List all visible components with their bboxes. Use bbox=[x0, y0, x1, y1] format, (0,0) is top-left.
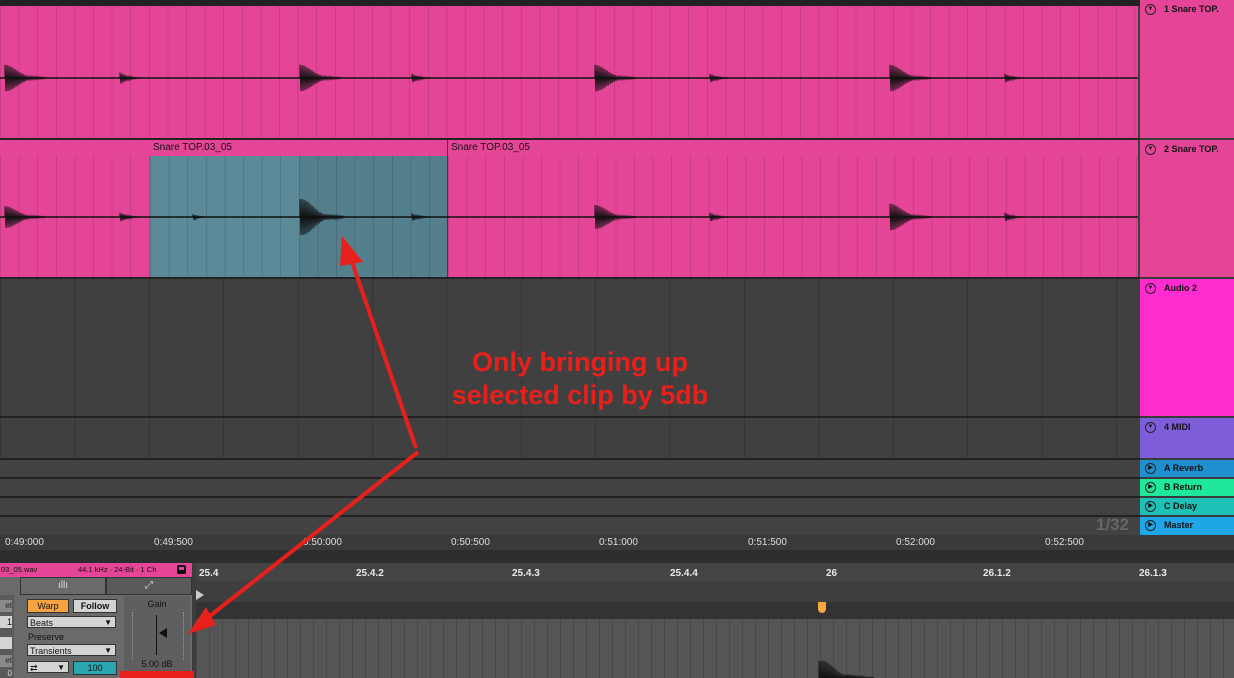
sample-ruler[interactable]: 25.4 25.4.2 25.4.3 25.4.4 26 26.1.2 26.1… bbox=[196, 563, 1234, 581]
play-icon[interactable]: ▶ bbox=[1145, 463, 1156, 474]
sample-ruler-tick: 25.4.2 bbox=[356, 568, 384, 579]
left-fragment[interactable] bbox=[0, 637, 12, 649]
page-counter: 1/32 bbox=[1096, 515, 1130, 534]
fold-icon[interactable]: ▼ bbox=[1145, 422, 1156, 433]
left-fragment[interactable]: et bbox=[0, 600, 12, 612]
expand-tab-icon[interactable]: ⤢ bbox=[106, 577, 192, 595]
time-ruler[interactable]: 0:49:000 0:49:500 0:50:000 0:50:500 0:51… bbox=[0, 535, 1140, 550]
annotation-line: Only bringing up bbox=[472, 347, 688, 377]
ruler-end bbox=[1140, 535, 1234, 550]
left-fragment[interactable]: 1 bbox=[0, 616, 12, 628]
track-2-lane[interactable]: Snare TOP.03_05 Snare TOP.03_05 bbox=[0, 140, 1140, 277]
midi-lane[interactable] bbox=[0, 418, 1140, 458]
arrangement-view[interactable]: Snare TOP.03_05 Snare TOP.03_05 bbox=[0, 0, 1140, 535]
chevron-down-icon: ▼ bbox=[104, 618, 112, 627]
track-1-lane[interactable] bbox=[0, 6, 1140, 138]
return-header-a[interactable]: ▶ A Reverb bbox=[1140, 460, 1234, 477]
sample-ruler-tick: 25.4 bbox=[199, 568, 219, 579]
play-icon[interactable]: ▶ bbox=[1145, 501, 1156, 512]
track-header-2[interactable]: ▼ 2 Snare TOP. bbox=[1140, 140, 1234, 277]
loop-mode-select[interactable]: ⇄ ▼ bbox=[27, 661, 69, 673]
track-name: Master bbox=[1164, 520, 1194, 530]
master-lane[interactable] bbox=[0, 517, 1140, 535]
track-name: 1 Snare TOP. bbox=[1164, 4, 1219, 14]
fold-icon[interactable]: ▼ bbox=[1145, 4, 1156, 15]
play-icon[interactable]: ▶ bbox=[1145, 520, 1156, 531]
gain-slider[interactable] bbox=[156, 615, 157, 655]
sample-ruler-tick: 26 bbox=[826, 568, 838, 579]
track-name: A Reverb bbox=[1164, 463, 1204, 473]
ruler-tick: 0:51:500 bbox=[748, 537, 787, 548]
warp-mode-select[interactable]: Beats ▼ bbox=[27, 616, 116, 628]
track-header-audio-2[interactable]: ▼ Audio 2 bbox=[1140, 279, 1234, 416]
track-name: B Return bbox=[1164, 482, 1202, 492]
gain-frame bbox=[132, 612, 184, 660]
annotation-text: Only bringing up selected clip by 5db bbox=[430, 346, 730, 412]
sample-file-info: 44.1 kHz · 24-Bit · 1 Ch bbox=[78, 565, 157, 574]
return-lane-a[interactable] bbox=[0, 460, 1140, 477]
ruler-tick: 0:52:000 bbox=[896, 537, 935, 548]
chevron-down-icon: ▼ bbox=[104, 646, 112, 655]
return-lane-c[interactable] bbox=[0, 498, 1140, 515]
play-icon[interactable]: ▶ bbox=[1145, 482, 1156, 493]
clip-track1[interactable] bbox=[0, 6, 1138, 138]
track-name: C Delay bbox=[1164, 501, 1198, 511]
preserve-select[interactable]: Transients ▼ bbox=[27, 644, 116, 656]
ruler-tick: 0:49:000 bbox=[5, 537, 44, 548]
start-marker-icon[interactable] bbox=[196, 590, 204, 600]
left-edge-strip: et 1 et 0 bbox=[0, 595, 14, 678]
sample-editor-waveform[interactable] bbox=[196, 619, 1234, 678]
return-header-b[interactable]: ▶ B Return bbox=[1140, 479, 1234, 496]
loop-icon: ⇄ bbox=[30, 663, 38, 673]
left-fragment[interactable]: et bbox=[0, 655, 12, 667]
envelope-value-field[interactable]: 100 bbox=[73, 661, 117, 675]
ruler-tick: 0:50:000 bbox=[303, 537, 342, 548]
gain-label: Gain bbox=[147, 599, 167, 609]
warp-marker-strip[interactable] bbox=[196, 602, 1234, 619]
follow-button[interactable]: Follow bbox=[73, 599, 117, 613]
gain-highlight-bar bbox=[120, 671, 194, 678]
sample-ruler-tick: 26.1.3 bbox=[1139, 568, 1167, 579]
left-fragment[interactable]: 0 bbox=[0, 670, 12, 678]
gain-control: Gain 5.00 dB bbox=[124, 596, 190, 678]
waveform bbox=[0, 64, 1138, 92]
top-bar bbox=[0, 0, 1234, 6]
master-header[interactable]: ▶ Master bbox=[1140, 517, 1234, 535]
sample-ruler-tick: 25.4.3 bbox=[512, 568, 540, 579]
gain-value[interactable]: 5.00 dB bbox=[124, 659, 190, 669]
ruler-tick: 0:49:500 bbox=[154, 537, 193, 548]
track-name: 2 Snare TOP. bbox=[1164, 144, 1219, 154]
ruler-tick: 0:50:500 bbox=[451, 537, 490, 548]
ruler-tick: 0:52:500 bbox=[1045, 537, 1084, 548]
clip-subtabs: ıllı ⤢ bbox=[20, 577, 192, 595]
sample-ruler-tick: 25.4.4 bbox=[670, 568, 698, 579]
clip-name: Snare TOP.03_05 bbox=[451, 142, 530, 153]
track-header-midi[interactable]: ▼ 4 MIDI bbox=[1140, 418, 1234, 458]
waveform bbox=[0, 198, 1138, 236]
annotation-line: selected clip by 5db bbox=[451, 380, 709, 410]
fold-icon[interactable]: ▼ bbox=[1145, 144, 1156, 155]
waveform-tab-icon[interactable]: ıllı bbox=[20, 577, 106, 595]
ruler-tick: 0:51:000 bbox=[599, 537, 638, 548]
preserve-label: Preserve bbox=[28, 632, 65, 642]
sample-ruler-gap bbox=[196, 581, 1234, 602]
clip-name: Snare TOP.03_05 bbox=[153, 142, 232, 153]
sample-file-name: 03_05.wav bbox=[1, 565, 38, 574]
chevron-down-icon: ▼ bbox=[57, 663, 65, 672]
track-header-1[interactable]: ▼ 1 Snare TOP. bbox=[1140, 0, 1234, 138]
warp-button[interactable]: Warp bbox=[27, 599, 69, 613]
return-header-c[interactable]: ▶ C Delay bbox=[1140, 498, 1234, 515]
sample-ruler-tick: 26.1.2 bbox=[983, 568, 1011, 579]
track-name: 4 MIDI bbox=[1164, 422, 1191, 432]
return-lane-b[interactable] bbox=[0, 479, 1140, 496]
track-name: Audio 2 bbox=[1164, 283, 1197, 293]
panel-divider[interactable] bbox=[0, 550, 1234, 563]
fold-icon[interactable]: ▼ bbox=[1145, 283, 1156, 294]
save-icon[interactable] bbox=[177, 565, 186, 574]
warp-marker-icon[interactable] bbox=[818, 602, 826, 613]
gain-slider-handle[interactable] bbox=[159, 628, 167, 638]
sample-file-bar[interactable]: 03_05.wav 44.1 kHz · 24-Bit · 1 Ch bbox=[0, 563, 192, 577]
waveform bbox=[818, 660, 875, 678]
